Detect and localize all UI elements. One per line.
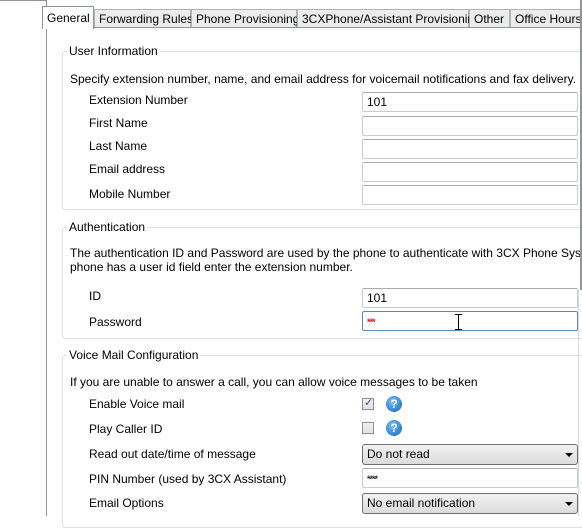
password-label: Password <box>89 315 142 329</box>
checkmark-icon: ✓ <box>364 397 374 409</box>
help-icon[interactable]: ? <box>386 420 402 436</box>
play-caller-id-checkbox[interactable] <box>362 422 374 434</box>
read-out-datetime-value: Do not read <box>367 447 430 461</box>
user-information-description: Specify extension number, name, and emai… <box>70 72 577 86</box>
authentication-description-line2: phone has a user id field enter the exte… <box>70 260 353 274</box>
text-cursor-icon <box>455 314 462 330</box>
mobile-number-label: Mobile Number <box>89 187 171 201</box>
tab-3cxphone-assistant-provisioning[interactable]: 3CXPhone/Assistant Provisioning <box>297 9 481 27</box>
tab-forwarding-rules[interactable]: Forwarding Rules <box>94 9 193 27</box>
help-icon[interactable]: ? <box>386 396 402 412</box>
pin-number-input[interactable]: **** <box>362 468 578 488</box>
play-caller-id-label: Play Caller ID <box>89 422 163 436</box>
mobile-number-input[interactable] <box>362 185 578 205</box>
read-out-datetime-label: Read out date/time of message <box>89 447 256 461</box>
first-name-label: First Name <box>89 116 148 130</box>
id-label: ID <box>89 289 101 303</box>
last-name-label: Last Name <box>89 139 148 153</box>
password-mask: *** <box>367 317 375 327</box>
voicemail-description: If you are unable to answer a call, you … <box>70 375 478 389</box>
extension-number-input[interactable]: 101 <box>362 92 578 112</box>
authentication-title: Authentication <box>69 220 146 234</box>
tab-office-hours[interactable]: Office Hours <box>510 9 582 27</box>
tab-strip: General Forwarding Rules Phone Provision… <box>42 0 582 29</box>
id-input[interactable]: 101 <box>362 288 578 308</box>
tab-general[interactable]: General <box>42 6 94 29</box>
authentication-description-line1: The authentication ID and Password are u… <box>70 246 582 260</box>
last-name-input[interactable] <box>362 139 578 159</box>
email-address-label: Email address <box>89 162 166 176</box>
scroll-edge <box>578 290 579 516</box>
enable-voicemail-label: Enable Voice mail <box>89 397 185 411</box>
email-options-label: Email Options <box>89 496 164 510</box>
email-options-select[interactable]: No email notification <box>362 493 578 514</box>
read-out-datetime-select[interactable]: Do not read <box>362 444 578 465</box>
tab-phone-provisioning[interactable]: Phone Provisioning <box>191 9 299 27</box>
pin-mask: **** <box>367 474 378 484</box>
pin-number-label: PIN Number (used by 3CX Assistant) <box>89 472 287 486</box>
password-input[interactable]: *** <box>362 311 578 331</box>
email-options-value: No email notification <box>367 496 476 510</box>
extension-settings-panel: General Forwarding Rules Phone Provision… <box>42 0 582 528</box>
enable-voicemail-checkbox[interactable]: ✓ <box>362 397 374 410</box>
user-information-title: User Information <box>69 44 158 58</box>
first-name-input[interactable] <box>362 116 578 136</box>
tab-other[interactable]: Other <box>469 9 510 27</box>
extension-number-label: Extension Number <box>89 93 188 107</box>
email-address-input[interactable] <box>362 162 578 182</box>
chevron-down-icon <box>565 453 573 457</box>
chevron-down-icon <box>565 502 573 506</box>
voicemail-title: Voice Mail Configuration <box>69 348 199 362</box>
left-navigation-pane <box>0 0 47 516</box>
